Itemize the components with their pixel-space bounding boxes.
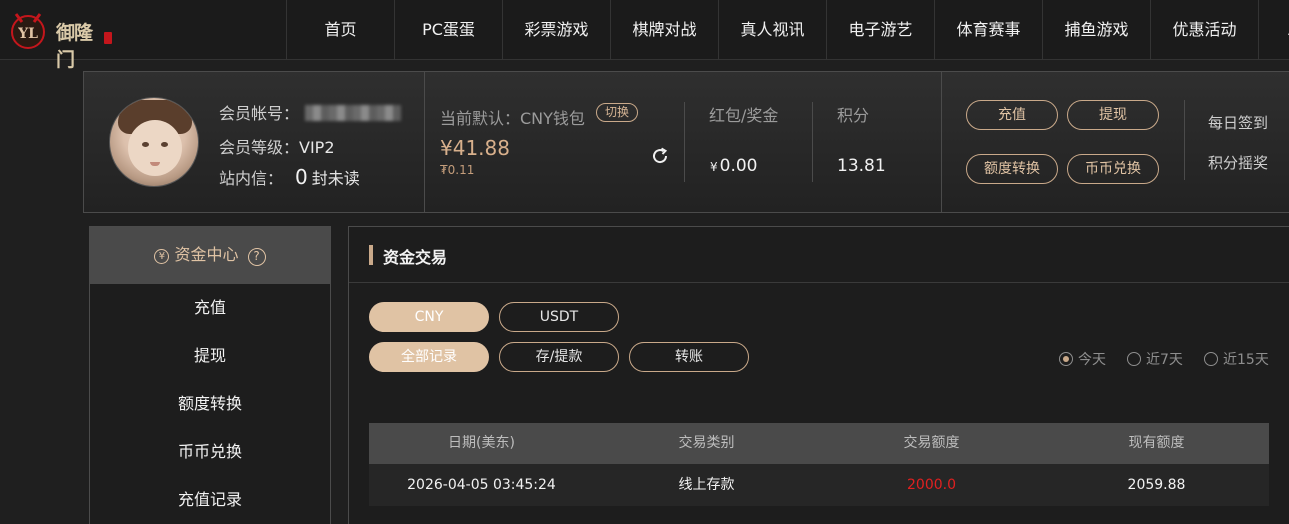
sidebar-item-exchange[interactable]: 币币兑换 [90,428,330,476]
top-navigation-bar: YL 御隆门 首页 PC蛋蛋 彩票游戏 棋牌对战 真人视讯 电子游艺 体育赛事 … [0,0,1289,71]
main-nav: 首页 PC蛋蛋 彩票游戏 棋牌对战 真人视讯 电子游艺 体育赛事 捕鱼游戏 优惠… [286,0,1289,60]
divider [684,102,685,182]
divider [812,102,813,182]
refresh-icon[interactable] [650,146,670,166]
points-lottery-link[interactable]: 积分摇奖 [1208,152,1268,173]
avatar-eye [161,142,168,147]
account-label: 会员帐号： [219,104,300,123]
wallet-usdt-balance: ₮0.11 [440,163,475,177]
radio-icon [1204,352,1218,366]
fund-center-sidebar: ¥ 资金中心 ? 充值 提现 额度转换 币币兑换 充值记录 [89,226,331,524]
nav-item-promotions[interactable]: 优惠活动 [1150,0,1258,60]
table-header: 日期(美东) 交易类别 交易额度 现有额度 [369,423,1269,464]
message-count: 0 [295,165,308,189]
column-header-amount: 交易额度 [903,435,960,451]
message-unit: 封未读 [311,169,360,188]
table-row: 2026-04-05 03:45:24 线上存款 2000.0 2059.88 [369,464,1269,506]
nav-item-pc-egg[interactable]: PC蛋蛋 [394,0,502,60]
sidebar-item-deposit-records[interactable]: 充值记录 [90,476,330,524]
sidebar-item-transfer[interactable]: 额度转换 [90,380,330,428]
cell-type: 线上存款 [678,477,735,493]
tab-usdt[interactable]: USDT [499,302,619,332]
sidebar-item-withdraw[interactable]: 提现 [90,332,330,380]
column-header-type: 交易类别 [678,435,735,451]
sidebar-header: ¥ 资金中心 ? [90,227,330,284]
points-label: 积分 [837,106,870,125]
daily-checkin-link[interactable]: 每日签到 [1208,112,1268,133]
bonus-value-row: ¥0.00 [710,156,758,176]
column-header-balance: 现有额度 [1128,435,1185,451]
range-7-days-label: 近7天 [1146,352,1183,368]
divider [424,72,425,212]
tab-transfer[interactable]: 转账 [629,342,749,372]
divider [941,72,942,212]
transfer-button[interactable]: 额度转换 [966,154,1058,184]
switch-wallet-button[interactable]: 切换 [596,103,638,122]
svg-text:YL: YL [17,26,38,42]
cell-amount: 2000.0 [907,477,956,493]
nav-item-live-video[interactable]: 真人视讯 [718,0,826,60]
help-icon[interactable]: ? [247,248,266,266]
range-today[interactable]: 今天 [1059,349,1106,369]
transaction-panel: 资金交易 CNY USDT 全部记录 存/提款 转账 今天 近7天 近15天 日… [348,226,1289,524]
sidebar-title: 资金中心 [174,245,239,264]
deposit-button[interactable]: 充值 [966,100,1058,130]
level-row: 会员等级：VIP2 [219,134,335,158]
account-row: 会员帐号： [219,100,402,124]
nav-item-more[interactable]: A [1258,0,1289,60]
panel-header: 资金交易 [349,227,1289,283]
range-7-days[interactable]: 近7天 [1127,349,1183,369]
brand-name: 御隆门 [56,22,93,71]
column-header-date: 日期(美东) [448,435,515,451]
avatar[interactable] [109,97,199,187]
range-15-days[interactable]: 近15天 [1204,349,1269,369]
tab-cny[interactable]: CNY [369,302,489,332]
title-accent-bar [369,245,373,265]
tab-deposit-withdraw[interactable]: 存/提款 [499,342,619,372]
yen-coin-icon: ¥ [154,249,170,264]
range-today-label: 今天 [1078,352,1106,368]
cell-balance: 2059.88 [1127,477,1186,493]
range-15-days-label: 近15天 [1223,352,1269,368]
bonus-label: 红包/奖金 [709,106,779,125]
user-info-panel: 会员帐号： 会员等级：VIP2 站内信： 0 封未读 当前默认：CNY钱包 切换 ¥… [83,71,1289,213]
account-value-redacted [305,105,402,121]
avatar-face [128,120,182,176]
bonus-value: 0.00 [719,156,758,176]
default-wallet-label: 当前默认：CNY钱包 [440,109,585,128]
brand-emblem-icon: YL [11,13,45,49]
divider [1184,100,1185,180]
wallet-balance: ¥41.88 [440,136,510,160]
avatar-eye [142,142,149,147]
nav-item-slots[interactable]: 电子游艺 [826,0,934,60]
points-value: 13.81 [837,156,886,176]
transaction-table: 日期(美东) 交易类别 交易额度 现有额度 2026-04-05 03:45:2… [369,423,1269,506]
nav-item-lottery[interactable]: 彩票游戏 [502,0,610,60]
page-title: 资金交易 [383,248,448,267]
radio-selected-icon [1059,352,1073,366]
cell-date: 2026-04-05 03:45:24 [407,477,556,493]
level-label: 会员等级： [219,138,300,157]
bonus-currency: ¥ [710,160,718,174]
nav-item-chess-cards[interactable]: 棋牌对战 [610,0,718,60]
message-row[interactable]: 站内信： 0 封未读 [219,165,360,189]
exchange-button[interactable]: 币币兑换 [1067,154,1159,184]
brand-red-mark [104,32,112,44]
withdraw-button[interactable]: 提现 [1067,100,1159,130]
level-value: VIP2 [299,138,335,157]
nav-item-home[interactable]: 首页 [286,0,394,60]
nav-item-fishing[interactable]: 捕鱼游戏 [1042,0,1150,60]
sidebar-item-deposit[interactable]: 充值 [90,284,330,332]
brand-logo[interactable]: YL 御隆门 [8,8,112,71]
radio-icon [1127,352,1141,366]
nav-item-sports[interactable]: 体育赛事 [934,0,1042,60]
message-label: 站内信： [219,169,284,188]
tab-all-records[interactable]: 全部记录 [369,342,489,372]
